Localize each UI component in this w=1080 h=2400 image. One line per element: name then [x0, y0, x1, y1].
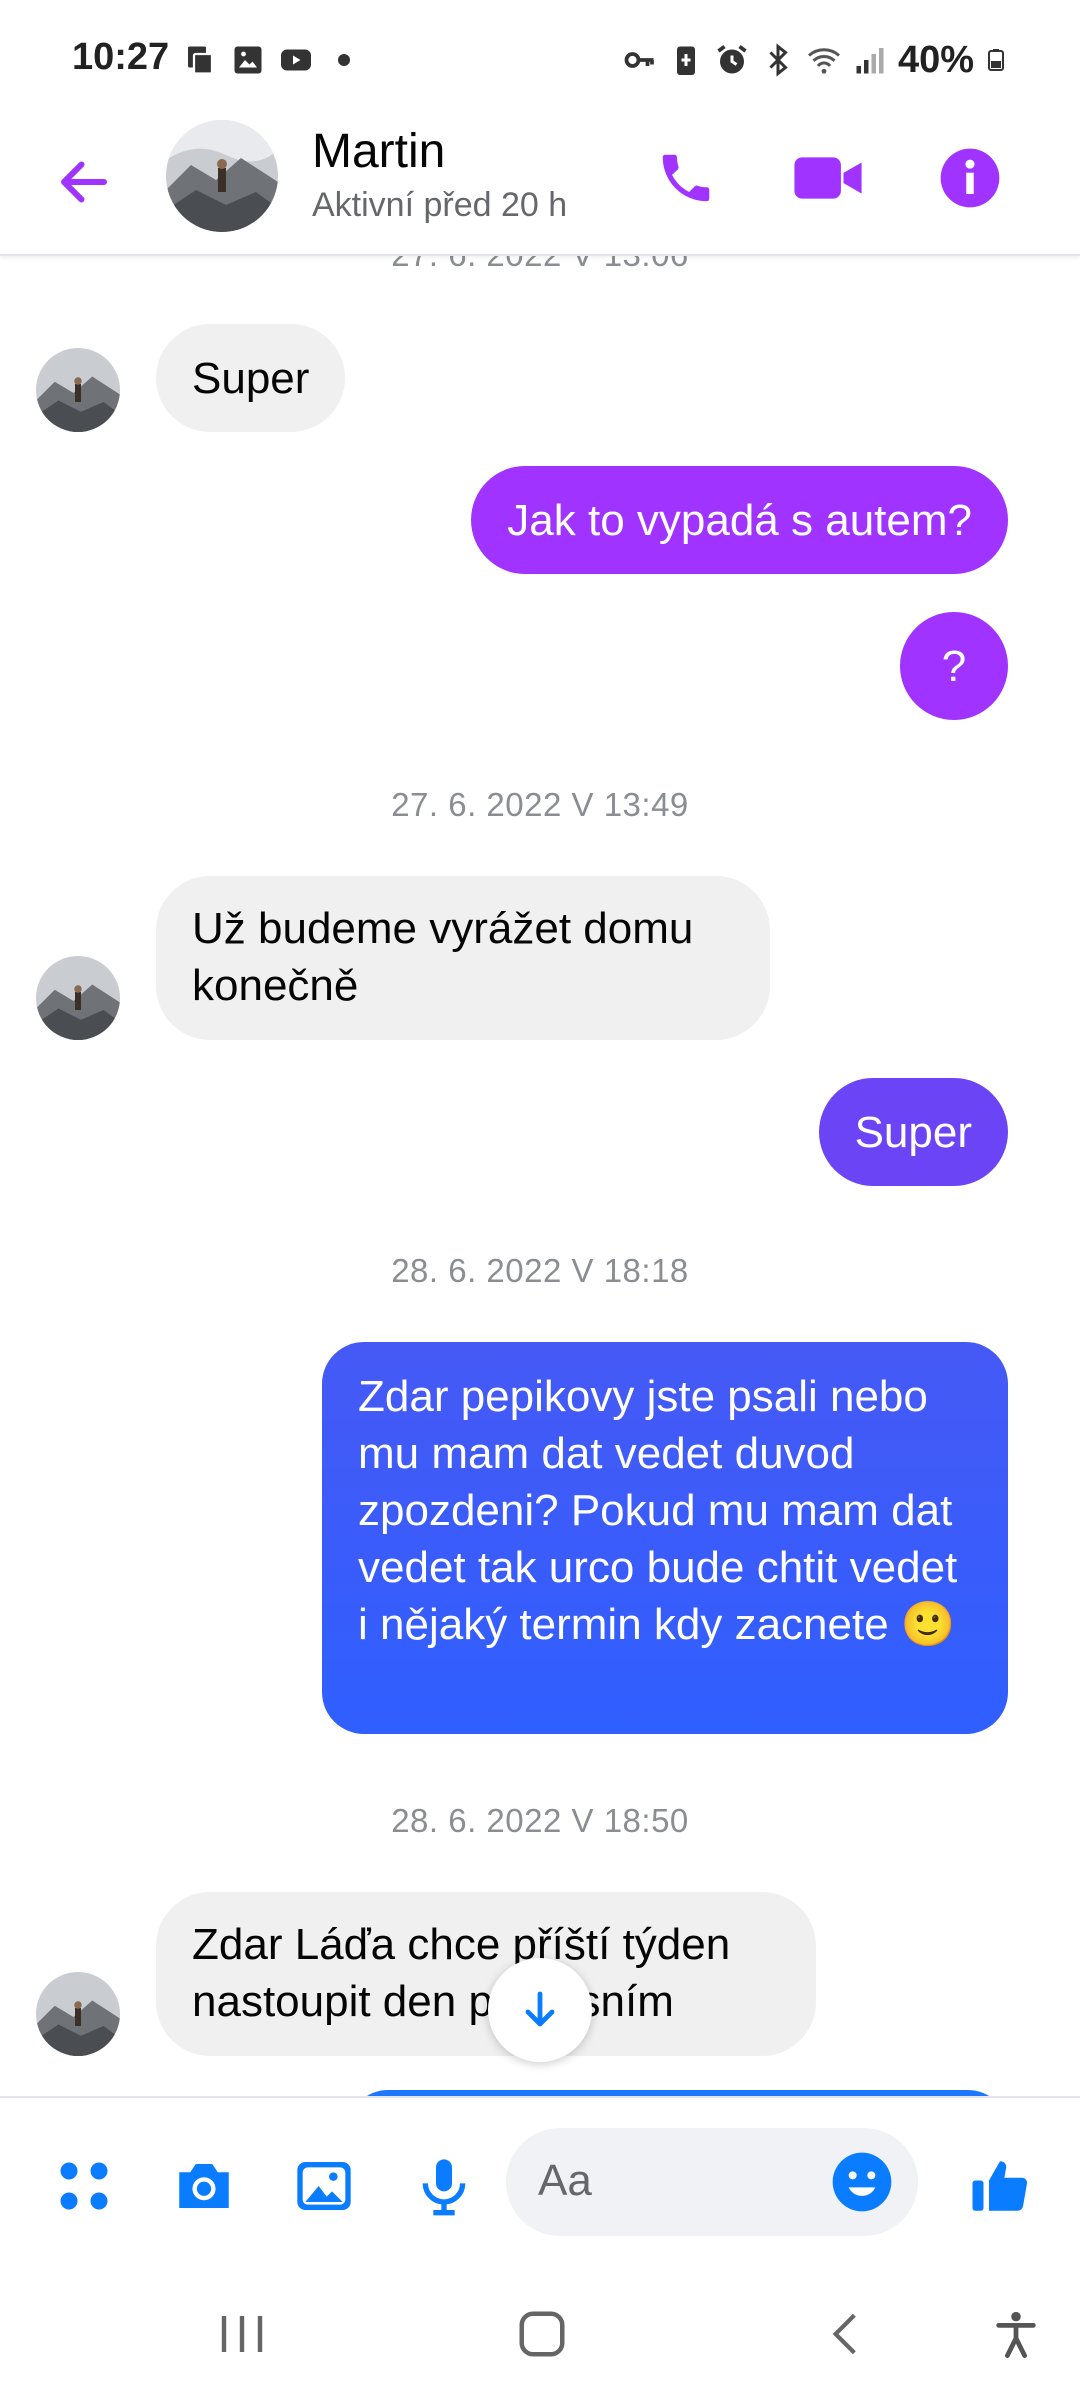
back-button[interactable]	[48, 146, 120, 218]
message-text: Už budeme vyrážet domu konečně	[192, 904, 694, 1010]
avatar-photo	[36, 1972, 120, 2056]
sender-avatar[interactable]	[36, 348, 120, 432]
message-text: Zdar pepikovy jste psali nebo mu mam dat…	[358, 1372, 958, 1649]
message-text: Super	[854, 1107, 972, 1157]
more-actions-button[interactable]	[48, 2150, 120, 2222]
recent-apps-button[interactable]	[202, 2304, 282, 2364]
system-navigation-bar	[0, 2264, 1080, 2400]
conversation-info-button[interactable]	[934, 142, 1006, 214]
video-call-button[interactable]	[788, 142, 868, 214]
message-text: ?	[941, 641, 967, 691]
back-chevron-icon	[832, 2313, 856, 2355]
avatar-photo	[36, 956, 120, 1040]
message-text: Zdar Láďa chce příští týden nastoupit de…	[192, 1920, 731, 2026]
smiley-icon	[832, 2152, 892, 2212]
thumbs-up-icon	[972, 2161, 1028, 2211]
timestamp: 28. 6. 2022 V 18:50	[391, 1802, 689, 1839]
avatar-photo	[166, 120, 278, 232]
contact-name[interactable]: Martin	[312, 124, 445, 179]
accessibility-button[interactable]	[976, 2304, 1056, 2364]
home-button[interactable]	[502, 2304, 582, 2364]
status-left-icons	[182, 40, 362, 80]
contact-active-status: Aktivní před 20 h	[312, 186, 568, 224]
message-list[interactable]: 27. 6. 2022 V 13:06 Super Jak to vypadá …	[0, 256, 1080, 2096]
scroll-to-bottom-button[interactable]	[488, 1958, 592, 2062]
message-composer: Aa	[0, 2096, 1080, 2264]
sender-avatar[interactable]	[36, 1972, 120, 2056]
battery-saver-icon	[676, 46, 695, 75]
outgoing-message[interactable]: ?	[900, 612, 1008, 720]
timestamp: 28. 6. 2022 V 18:18	[391, 1252, 689, 1289]
avatar-photo	[36, 348, 120, 432]
image-icon	[297, 2162, 351, 2210]
status-bar: 10:27 40%	[0, 0, 1080, 120]
sender-avatar[interactable]	[36, 956, 120, 1040]
status-time: 10:27	[72, 36, 170, 78]
message-text: Jak to vypadá s autem?	[507, 495, 972, 545]
apps-grid-icon	[60, 2162, 108, 2210]
device-icon	[188, 46, 214, 75]
emoji-button[interactable]	[828, 2148, 896, 2216]
outgoing-message[interactable]: Jak to vypadá s autem?	[471, 466, 1008, 574]
voice-message-button[interactable]	[408, 2150, 480, 2222]
message-input[interactable]: Aa	[506, 2128, 918, 2236]
dot-icon	[338, 54, 350, 66]
youtube-icon	[281, 49, 311, 71]
battery-percent: 40%	[897, 38, 974, 81]
outgoing-message[interactable]: Super	[818, 1078, 1008, 1186]
gallery-button[interactable]	[288, 2150, 360, 2222]
timestamp: 27. 6. 2022 V 13:49	[391, 786, 689, 823]
message-text: Super	[192, 353, 310, 403]
message-input-placeholder: Aa	[538, 2156, 592, 2205]
phone-icon	[662, 154, 710, 202]
camera-icon	[179, 2164, 229, 2208]
voice-call-button[interactable]	[650, 142, 722, 214]
like-button[interactable]	[964, 2150, 1036, 2222]
timestamp: 27. 6. 2022 V 13:06	[0, 256, 1080, 274]
chat-header: Martin Aktivní před 20 h	[0, 120, 1080, 256]
video-camera-icon	[794, 157, 862, 199]
incoming-message[interactable]: Už budeme vyrážet domu konečně	[156, 876, 770, 1040]
accessibility-icon	[996, 2311, 1036, 2359]
camera-button[interactable]	[168, 2150, 240, 2222]
key-icon	[624, 52, 654, 68]
alarm-icon	[717, 45, 747, 74]
status-right-icons: 40%	[622, 36, 1008, 84]
back-arrow-icon	[61, 161, 107, 203]
incoming-message[interactable]: Super	[156, 324, 346, 432]
info-icon	[940, 148, 1000, 208]
recents-icon	[221, 2316, 263, 2352]
outgoing-message[interactable]: Zdar pepikovy jste psali nebo mu mam dat…	[322, 1342, 1008, 1734]
contact-avatar[interactable]	[166, 120, 278, 232]
microphone-icon	[422, 2159, 466, 2216]
signal-icon	[856, 48, 884, 74]
arrow-down-icon	[525, 1991, 555, 2027]
bluetooth-icon	[769, 43, 788, 77]
incoming-message[interactable]: Zdar Láďa chce příští týden nastoupit de…	[156, 1892, 816, 2056]
battery-icon	[988, 49, 1004, 71]
back-nav-button[interactable]	[806, 2304, 886, 2364]
wifi-icon	[807, 48, 840, 74]
home-icon	[519, 2311, 565, 2357]
gallery-icon	[234, 46, 262, 74]
